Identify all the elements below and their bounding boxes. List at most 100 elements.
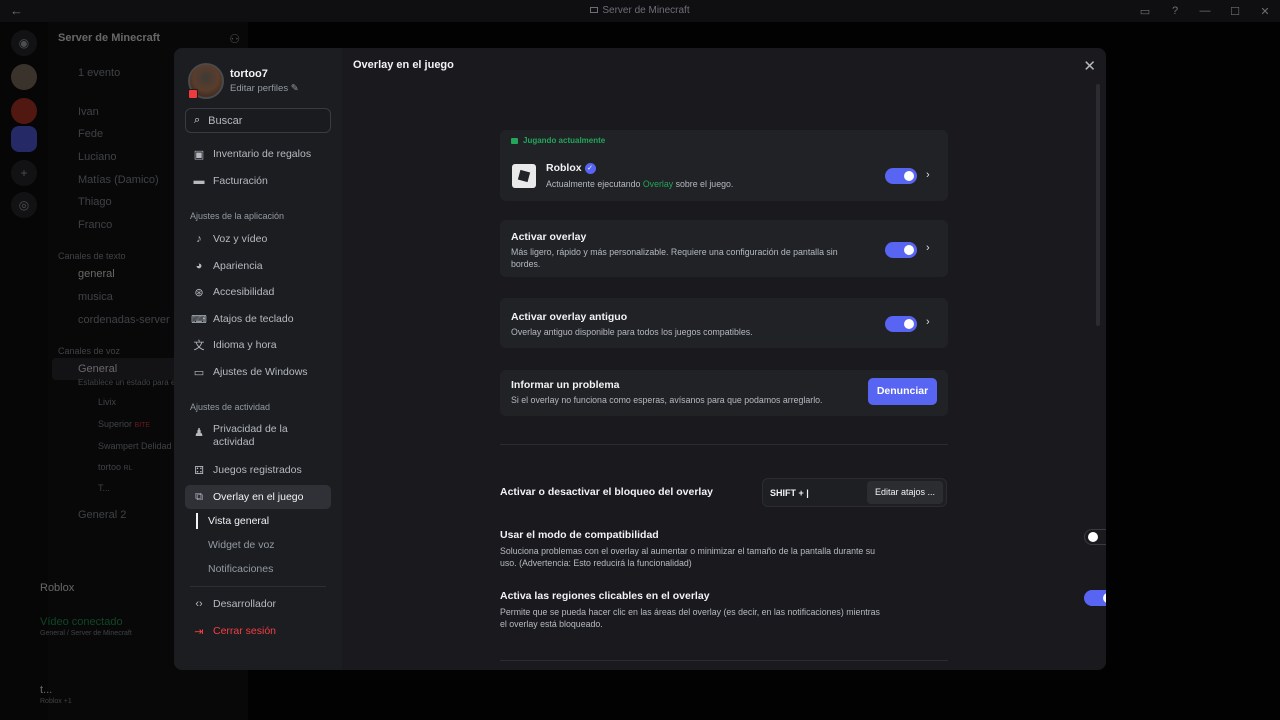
channel-item[interactable]: Luciano: [78, 151, 117, 163]
minimize-icon[interactable]: —: [1190, 5, 1220, 17]
voice-user[interactable]: tortoo RL: [98, 462, 132, 472]
server-icon-2[interactable]: [11, 98, 37, 124]
chevron-right-icon[interactable]: ›: [926, 169, 930, 181]
avatar-badge-icon: [188, 89, 198, 99]
card-icon: ▬: [193, 175, 205, 187]
sidebar-item-logout[interactable]: ⇥ Cerrar sesión: [185, 619, 331, 643]
keybind-field[interactable]: SHIFT + | Editar atajos ...: [762, 478, 947, 507]
sidebar-item-keybinds[interactable]: ⌨ Atajos de teclado: [185, 307, 331, 331]
chevron-right-icon[interactable]: ›: [926, 242, 930, 254]
channel-item[interactable]: Thiago: [78, 196, 112, 208]
edit-keybind-button[interactable]: Editar atajos ...: [866, 481, 943, 504]
report-title: Informar un problema: [511, 379, 620, 391]
activity-game[interactable]: Roblox: [40, 582, 74, 594]
help-icon[interactable]: ?: [1160, 5, 1190, 17]
language-icon: 文: [193, 340, 205, 352]
voice-connected-sub[interactable]: General / Server de Minecraft: [40, 630, 132, 637]
user-status: Roblox +1: [40, 698, 72, 705]
sidebar-item-registered-games[interactable]: ⚃ Juegos registrados: [185, 458, 331, 482]
voice-user[interactable]: T...: [98, 483, 110, 493]
channel-item[interactable]: 1 evento: [78, 67, 120, 79]
server-icon-1[interactable]: [11, 64, 37, 90]
server-name[interactable]: Server de Minecraft: [58, 32, 160, 44]
voice-user[interactable]: Superior BITE: [98, 419, 150, 429]
enable-overlay-toggle[interactable]: [885, 242, 917, 258]
channel-item[interactable]: Fede: [78, 128, 103, 140]
window-icon: [590, 7, 599, 14]
maximize-icon[interactable]: ☐: [1220, 5, 1250, 18]
game-overlay-toggle[interactable]: [885, 168, 917, 184]
game-status-text: Actualmente ejecutando Overlay sobre el …: [546, 179, 734, 189]
sidebar-item-developer[interactable]: ‹› Desarrollador: [185, 592, 331, 616]
invite-icon[interactable]: ⚇: [229, 32, 240, 46]
sidebar-item-appearance[interactable]: ◕ Apariencia: [185, 254, 331, 278]
report-desc: Si el overlay no funciona como esperas, …: [511, 395, 823, 405]
legacy-overlay-toggle[interactable]: [885, 316, 917, 332]
sidebar-item-gift-inventory[interactable]: ▣ Inventario de regalos: [185, 142, 331, 166]
sub-item-voice-widget[interactable]: Widget de voz: [208, 539, 275, 551]
sidebar-item-voice-video[interactable]: ♪ Voz y vídeo: [185, 227, 331, 251]
add-server-icon[interactable]: +: [11, 160, 37, 186]
sub-item-overview[interactable]: Vista general: [208, 515, 269, 527]
gift-icon: ▣: [193, 148, 205, 161]
voice-category[interactable]: Canales de voz: [58, 346, 120, 356]
text-channel[interactable]: musica: [78, 291, 113, 303]
keybind-value[interactable]: SHIFT + |: [763, 488, 867, 498]
text-channel[interactable]: cordenadas-server: [78, 314, 170, 326]
lock-toggle-title: Activar o desactivar el bloqueo del over…: [500, 486, 713, 498]
sidebar-item-activity-privacy[interactable]: ♟ Privacidad de la actividad: [185, 420, 331, 450]
compat-mode-desc: Soluciona problemas con el overlay al au…: [500, 546, 876, 568]
sub-item-notifications[interactable]: Notificaciones: [208, 563, 273, 575]
voice-channel[interactable]: General: [78, 363, 117, 375]
close-window-icon[interactable]: ✕: [1250, 5, 1280, 18]
voice-status-hint[interactable]: Establece un estado para el: [78, 378, 177, 387]
enable-overlay-card: Activar overlay Más ligero, rápido y más…: [500, 220, 948, 277]
discord-home-icon[interactable]: ◉: [11, 30, 37, 56]
page-title: Overlay en el juego: [353, 59, 454, 71]
keyboard-icon: ⌨: [191, 313, 207, 326]
user-bar: t... Roblox +1: [40, 672, 248, 720]
search-box[interactable]: ⌕: [185, 108, 331, 133]
search-input[interactable]: [208, 114, 319, 127]
close-icon[interactable]: ✕: [1083, 57, 1096, 75]
monitor-icon: ▭: [193, 366, 205, 379]
search-icon: ⌕: [194, 114, 201, 126]
voice-channel[interactable]: General 2: [78, 509, 126, 521]
channel-item[interactable]: Matías (Damico): [78, 174, 159, 186]
voice-user[interactable]: Swampert Delidad: [98, 441, 172, 451]
clickable-regions-desc: Permite que se pueda hacer clic en las á…: [500, 607, 880, 629]
sidebar-item-windows-settings[interactable]: ▭ Ajustes de Windows: [185, 360, 331, 384]
active-sub-indicator: [196, 513, 198, 529]
channel-item[interactable]: Ivan: [78, 106, 99, 118]
server-icon-active[interactable]: [11, 126, 37, 152]
enable-overlay-title: Activar overlay: [511, 231, 587, 243]
edit-profiles-link[interactable]: Editar perfiles ✎: [230, 83, 299, 94]
code-icon: ‹›: [195, 598, 203, 610]
report-button[interactable]: Denunciar: [868, 378, 937, 405]
sidebar-item-accessibility[interactable]: ⊛ Accesibilidad: [185, 280, 331, 304]
voice-user[interactable]: Livix: [98, 397, 116, 407]
settings-sidebar: tortoo7 Editar perfiles ✎ ⌕ ▣Inventario …: [174, 48, 342, 670]
sidebar-item-game-overlay[interactable]: ⧉ Overlay en el juego: [185, 485, 331, 509]
text-channel[interactable]: general: [78, 268, 115, 280]
clickable-regions-toggle[interactable]: [1084, 590, 1106, 606]
palette-icon: ◕: [195, 260, 203, 272]
text-category[interactable]: Canales de texto: [58, 251, 126, 261]
activity-settings-heading: Ajustes de actividad: [190, 402, 271, 412]
section-divider: [500, 444, 948, 445]
sidebar-item-language[interactable]: 文 Idioma y hora: [185, 333, 331, 357]
compat-mode-toggle[interactable]: [1084, 529, 1106, 545]
sidebar-item-billing[interactable]: ▬ Facturación: [185, 169, 331, 193]
explore-icon[interactable]: ◎: [11, 192, 37, 218]
scrollbar[interactable]: [1096, 84, 1100, 326]
pencil-icon: ✎: [290, 83, 299, 94]
chevron-right-icon[interactable]: ›: [926, 316, 930, 328]
legacy-overlay-title: Activar overlay antiguo: [511, 311, 628, 323]
roblox-icon: [512, 164, 536, 188]
game-name: Roblox ✓: [546, 162, 733, 174]
channel-item[interactable]: Franco: [78, 219, 112, 231]
privacy-icon: ♟: [194, 427, 204, 439]
compat-mode-title: Usar el modo de compatibilidad: [500, 529, 659, 541]
user-name[interactable]: t...: [40, 684, 52, 696]
inbox-icon[interactable]: ▭: [1130, 5, 1160, 18]
